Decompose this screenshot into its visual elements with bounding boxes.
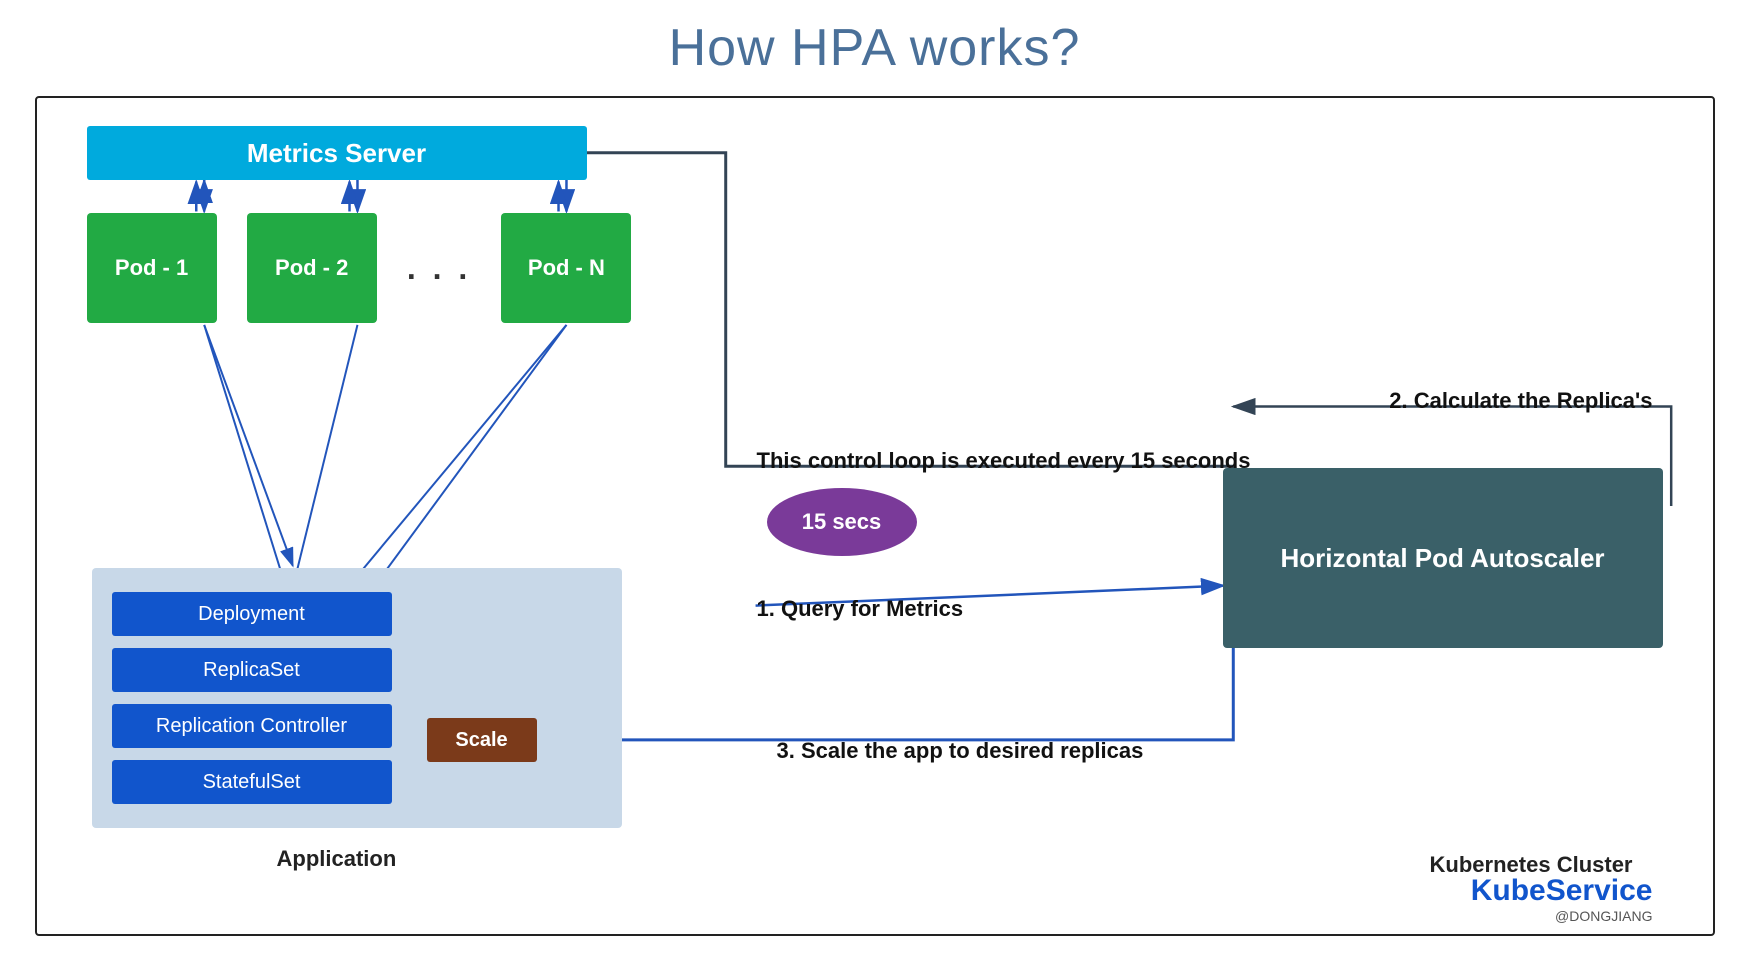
metrics-server-bar: Metrics Server — [87, 126, 587, 180]
label-query: 1. Query for Metrics — [757, 596, 964, 622]
app-label: Application — [277, 846, 397, 872]
replicaset-btn: ReplicaSet — [112, 648, 392, 692]
replication-controller-btn: Replication Controller — [112, 704, 392, 748]
pod-n-box: Pod - N — [501, 213, 631, 323]
pod-1-box: Pod - 1 — [87, 213, 217, 323]
hpa-label: Horizontal Pod Autoscaler — [1280, 543, 1604, 574]
pod-2-label: Pod - 2 — [275, 255, 348, 281]
app-sub-box: Deployment ReplicaSet Replication Contro… — [92, 568, 622, 828]
pod-n-label: Pod - N — [528, 255, 605, 281]
label-scale: 3. Scale the app to desired replicas — [777, 738, 1144, 764]
metrics-server-label: Metrics Server — [247, 138, 426, 169]
pods-row: Pod - 1 Pod - 2 . . . Pod - N — [72, 213, 647, 323]
secs-label: 15 secs — [802, 509, 882, 535]
pod-dots: . . . — [407, 250, 471, 287]
kubeservice-name-text: KubeService — [1471, 874, 1653, 907]
label-calculate: 2. Calculate the Replica's — [1389, 388, 1652, 414]
secs-oval: 15 secs — [767, 488, 917, 556]
scale-label: Scale — [455, 729, 507, 752]
page-title: How HPA works? — [669, 18, 1081, 78]
pod-1-label: Pod - 1 — [115, 255, 188, 281]
kubeservice-name: KubeService — [1471, 874, 1653, 908]
deployment-btn: Deployment — [112, 592, 392, 636]
scale-box: Scale — [427, 718, 537, 762]
kubeservice-sub: @DONGJIANG — [1555, 908, 1652, 924]
pod-2-box: Pod - 2 — [247, 213, 377, 323]
statefulset-btn: StatefulSet — [112, 760, 392, 804]
label-control-loop: This control loop is executed every 15 s… — [757, 448, 1251, 474]
hpa-box: Horizontal Pod Autoscaler — [1223, 468, 1663, 648]
kubeservice-logo: KubeService @DONGJIANG — [1471, 874, 1653, 924]
main-diagram: Metrics Server Pod - 1 Pod - 2 . . . Pod… — [35, 96, 1715, 936]
